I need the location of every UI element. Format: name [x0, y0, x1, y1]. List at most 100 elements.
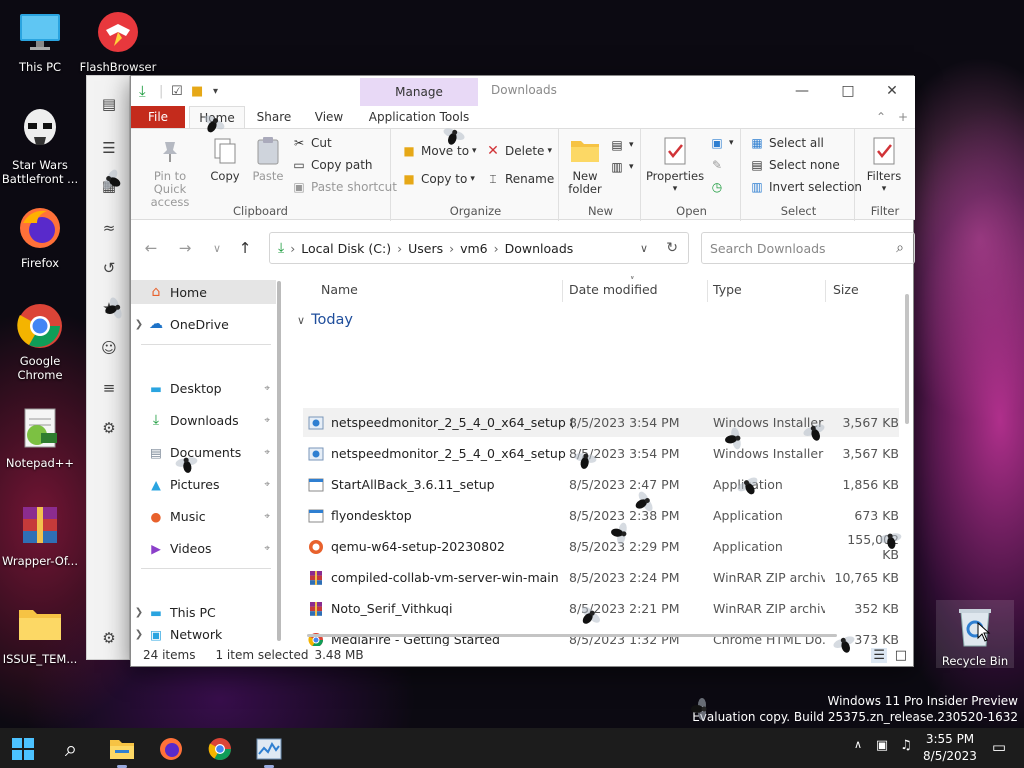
nav-item-onedrive[interactable]: ❯ ☁ OneDrive: [131, 312, 276, 336]
tab-share[interactable]: Share: [249, 106, 299, 128]
desktop-icon-notepadpp[interactable]: Notepad++: [0, 404, 80, 470]
delete-button[interactable]: ✕ Delete ▾: [485, 141, 552, 161]
desktop-icon-chrome[interactable]: Google Chrome: [0, 302, 80, 382]
desktop-icon-star-wars[interactable]: Star Wars Battlefront ...: [0, 106, 80, 186]
nav-item-music[interactable]: ● Music ⌖: [131, 504, 276, 528]
nav-item-this-pc[interactable]: ❯ ▬ This PC: [131, 600, 276, 624]
back-arrow-icon[interactable]: ←: [139, 238, 163, 258]
nav-item-network[interactable]: ❯ ▣ Network: [131, 626, 276, 642]
nav-item-videos[interactable]: ▶ Videos ⌖: [131, 536, 276, 560]
nav-item-desktop[interactable]: ▬ Desktop ⌖: [131, 376, 276, 400]
vertical-scrollbar[interactable]: [905, 294, 909, 424]
expand-chevron-icon[interactable]: ❯: [131, 629, 147, 640]
pin-quick-access-button[interactable]: Pin to Quick access: [135, 133, 205, 209]
desktop-icon-wrapper[interactable]: Wrapper-Of...: [0, 502, 80, 568]
recent-locations-chevron-icon[interactable]: ∨: [205, 238, 229, 258]
copy-path-button[interactable]: ▭ Copy path: [291, 155, 372, 175]
column-header-type[interactable]: Type: [713, 282, 742, 297]
group-header-today[interactable]: ∨ Today: [297, 312, 353, 328]
address-bar[interactable]: ⤓ › Local Disk (C:) › Users › vm6 › Down…: [269, 232, 689, 264]
details-list-icon[interactable]: ≡: [99, 378, 119, 398]
maximize-button[interactable]: □: [825, 76, 871, 106]
close-button[interactable]: ✕: [869, 76, 915, 106]
clock[interactable]: 3:55 PM 8/5/2023: [920, 731, 980, 765]
column-header-size[interactable]: Size: [833, 282, 859, 297]
new-item-button[interactable]: ▤ ▾: [609, 135, 633, 155]
minimize-button[interactable]: —: [779, 76, 825, 106]
search-taskbar-icon[interactable]: ⌕: [56, 734, 86, 764]
tab-view[interactable]: View: [303, 106, 355, 128]
performance-chart-icon[interactable]: ▤: [99, 94, 119, 114]
properties-button[interactable]: Properties ▾: [645, 133, 705, 196]
refresh-icon[interactable]: ↻: [666, 240, 678, 256]
network-tray-icon[interactable]: ▣: [873, 738, 891, 753]
large-icons-view-icon[interactable]: □: [895, 648, 907, 663]
breadcrumb-downloads[interactable]: Downloads: [505, 241, 574, 256]
desktop-icon-issue-folder[interactable]: ISSUE_TEM...: [0, 600, 80, 666]
address-dropdown-chevron-icon[interactable]: ∨: [640, 242, 648, 255]
rename-button[interactable]: ⌶ Rename: [485, 169, 554, 189]
search-box[interactable]: Search Downloads ⌕: [701, 232, 915, 264]
group-collapse-chevron-icon[interactable]: ∨: [297, 314, 305, 327]
edit-button[interactable]: ✎: [709, 155, 729, 175]
expand-chevron-icon[interactable]: ❯: [131, 319, 147, 330]
column-header-name[interactable]: Name: [321, 282, 358, 297]
horizontal-scrollbar[interactable]: [307, 634, 837, 637]
history-icon[interactable]: ↺: [99, 258, 119, 278]
copy-button[interactable]: Copy: [205, 133, 245, 183]
move-to-button[interactable]: ■ Move to ▾: [401, 141, 476, 161]
qat-customize-chevron-icon[interactable]: ▾: [213, 82, 218, 100]
history-button[interactable]: ◷: [709, 177, 729, 197]
desktop-icon-firefox[interactable]: Firefox: [0, 204, 80, 270]
firefox-taskbar-icon[interactable]: [156, 734, 186, 764]
tray-overflow-chevron-icon[interactable]: ∧: [849, 738, 867, 751]
desktop-icon-recycle-bin[interactable]: Recycle Bin: [936, 600, 1014, 668]
filters-button[interactable]: Filters ▾: [861, 133, 907, 196]
users-icon[interactable]: ☺: [99, 338, 119, 358]
chrome-taskbar-icon[interactable]: [205, 734, 235, 764]
services-icon[interactable]: ⚙: [99, 418, 119, 438]
invert-selection-button[interactable]: ▥ Invert selection: [749, 177, 862, 197]
file-row[interactable]: qemu-w64-setup-20230802 8/5/2023 2:29 PM A…: [303, 532, 899, 562]
desktop-icon-this-pc[interactable]: This PC: [0, 8, 80, 74]
easy-access-button[interactable]: ▥ ▾: [609, 157, 633, 177]
breadcrumb-vm6[interactable]: vm6: [460, 241, 488, 256]
file-row[interactable]: compiled-collab-vm-server-win-main 8/5/20…: [303, 563, 899, 592]
volume-tray-icon[interactable]: ♫: [897, 738, 915, 753]
column-separator[interactable]: [562, 280, 563, 302]
select-none-button[interactable]: ▤ Select none: [749, 155, 839, 175]
column-separator[interactable]: [825, 280, 826, 302]
tab-file[interactable]: File: [131, 106, 185, 128]
column-header-date[interactable]: Date modified: [569, 282, 658, 297]
breadcrumb-local-disk[interactable]: Local Disk (C:): [301, 241, 391, 256]
nav-item-pictures[interactable]: ▲ Pictures ⌖: [131, 472, 276, 496]
new-folder-button[interactable]: New folder: [563, 133, 607, 196]
tab-application-tools[interactable]: Application Tools: [360, 106, 478, 128]
copy-to-button[interactable]: ■ Copy to ▾: [401, 169, 475, 189]
task-manager-taskbar-icon[interactable]: [254, 734, 284, 768]
notification-icon[interactable]: ▭: [990, 738, 1008, 756]
collapse-ribbon-chevron-icon[interactable]: ⌃: [871, 106, 891, 128]
nav-pane-scrollbar[interactable]: [277, 281, 281, 641]
breadcrumb-users[interactable]: Users: [408, 241, 443, 256]
new-folder-qat-icon[interactable]: ■: [191, 82, 203, 100]
details-view-icon[interactable]: ☰: [871, 647, 887, 663]
nav-item-home[interactable]: ⌂ Home: [131, 280, 276, 304]
title-bar[interactable]: ⤓ | ☑ ■ ▾ Manage Downloads — □ ✕: [131, 76, 915, 106]
nav-item-documents[interactable]: ▤ Documents ⌖: [131, 440, 276, 464]
file-explorer-taskbar-icon[interactable]: [107, 734, 137, 768]
hamburger-menu-icon[interactable]: ☰: [99, 138, 119, 158]
file-row[interactable]: StartAllBack_3.6.11_setup 8/5/2023 2:47 P…: [303, 470, 899, 499]
file-row[interactable]: flyondesktop 8/5/2023 2:38 PM Application 6…: [303, 501, 899, 530]
cut-button[interactable]: ✂ Cut: [291, 133, 332, 153]
start-windows-icon[interactable]: [8, 734, 38, 764]
up-arrow-icon[interactable]: ↑: [233, 238, 257, 258]
column-separator[interactable]: [707, 280, 708, 302]
expand-chevron-icon[interactable]: ❯: [131, 607, 147, 618]
activity-icon[interactable]: ≈: [99, 218, 119, 238]
properties-qat-icon[interactable]: ☑: [171, 82, 183, 100]
forward-arrow-icon[interactable]: →: [173, 238, 197, 258]
desktop-icon-flashbrowser[interactable]: FlashBrowser: [78, 8, 158, 74]
paste-button[interactable]: Paste: [247, 133, 289, 183]
settings-gear-icon[interactable]: ⚙: [99, 628, 119, 648]
